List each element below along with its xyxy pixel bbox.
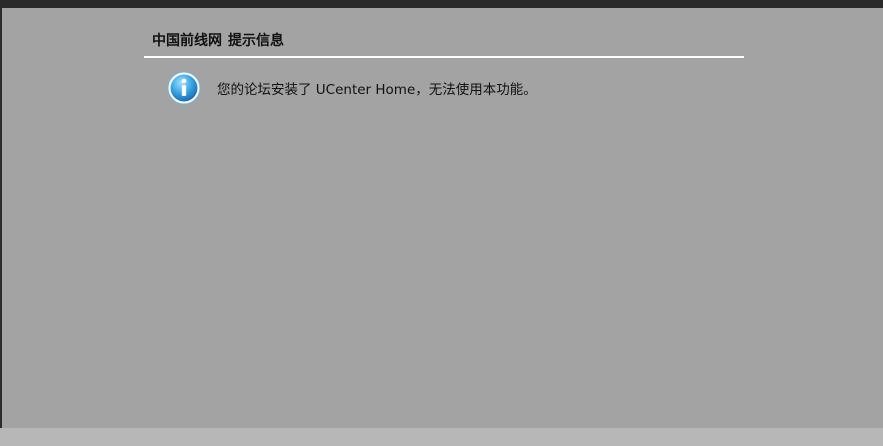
info-icon (167, 71, 201, 105)
message-text: 您的论坛安装了 UCenter Home，无法使用本功能。 (217, 82, 537, 98)
site-name: 中国前线网 (152, 33, 222, 49)
bottom-bar (0, 428, 883, 446)
dialog-body: 您的论坛安装了 UCenter Home，无法使用本功能。 (144, 58, 744, 118)
top-bar (0, 0, 883, 8)
left-edge (0, 8, 2, 446)
page-overlay: 中国前线网 提示信息 您的论坛安装了 UCenter Home，无法使用本功能。 (0, 0, 883, 446)
title-text: 提示信息 (228, 33, 284, 49)
dialog-title: 中国前线网 提示信息 (144, 26, 744, 58)
message-dialog: 中国前线网 提示信息 您的论坛安装了 UCenter Home，无法使用本功能。 (144, 26, 744, 118)
